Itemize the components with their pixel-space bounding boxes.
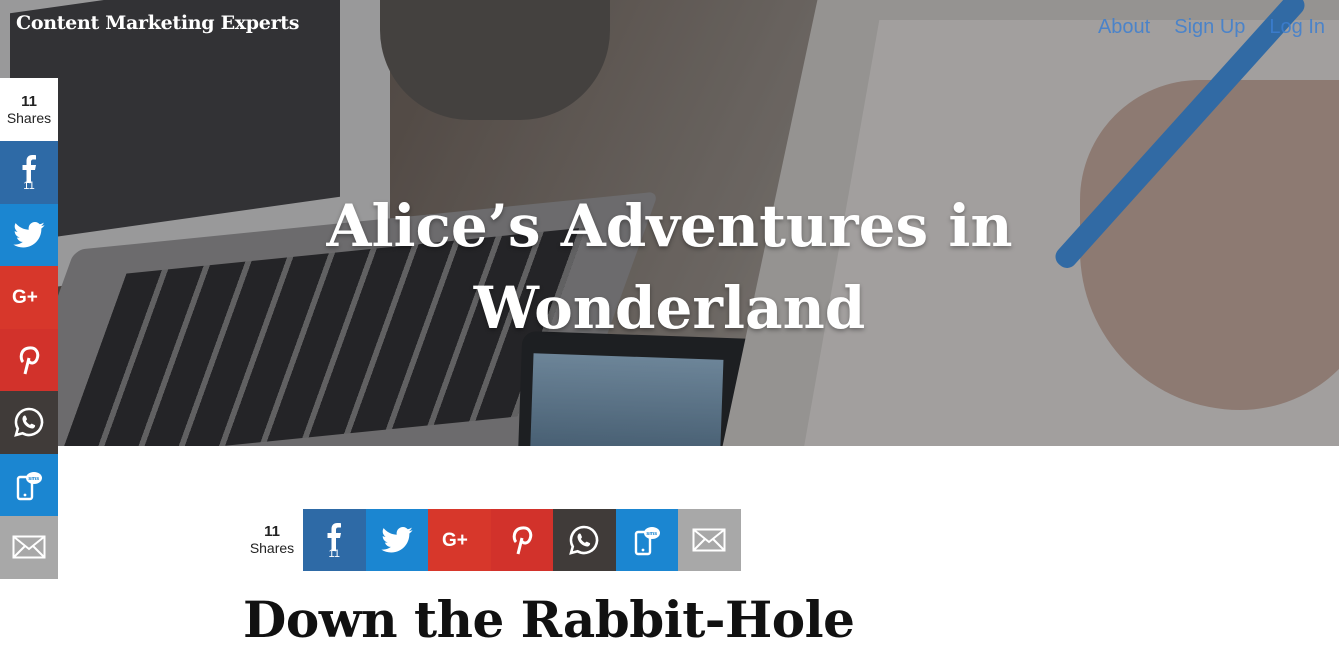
top-nav: About Sign Up Log In: [1098, 16, 1325, 39]
svg-text:G+: G+: [12, 287, 38, 308]
pinterest-share-button[interactable]: [0, 328, 58, 391]
inline-share-count-box: 11 Shares: [241, 509, 303, 571]
google-plus-share-button[interactable]: G+: [0, 266, 58, 329]
google-plus-icon: G+: [442, 530, 468, 551]
hero-title: Alice’s Adventures in Wonderland: [0, 185, 1339, 349]
whatsapp-icon: [14, 407, 44, 438]
inline-pinterest-share-button[interactable]: [490, 509, 553, 571]
facebook-icon: [327, 522, 342, 551]
facebook-share-count: 11: [23, 179, 35, 192]
nav-signup-link[interactable]: Sign Up: [1174, 16, 1245, 39]
hero-title-line-2: Wonderland: [473, 274, 866, 342]
sms-share-button[interactable]: sms: [0, 453, 58, 516]
inline-twitter-share-button[interactable]: [365, 509, 428, 571]
email-icon: [12, 535, 46, 559]
hero-banner: Content Marketing Experts About Sign Up …: [0, 0, 1339, 446]
inline-sms-share-button[interactable]: sms: [615, 509, 678, 571]
hero-title-line-1: Alice’s Adventures in: [326, 192, 1013, 260]
pinterest-icon: [512, 526, 532, 555]
inline-whatsapp-share-button[interactable]: [553, 509, 616, 571]
inline-share-count-label: Shares: [249, 540, 295, 556]
sms-icon: sms: [16, 471, 42, 500]
svg-text:sms: sms: [646, 531, 657, 537]
twitter-icon: [13, 221, 45, 248]
svg-text:G+: G+: [442, 530, 468, 551]
inline-facebook-share-button[interactable]: 11: [303, 509, 366, 571]
nav-about-link[interactable]: About: [1098, 16, 1150, 39]
nav-login-link[interactable]: Log In: [1269, 16, 1325, 39]
twitter-icon: [381, 527, 413, 553]
site-brand[interactable]: Content Marketing Experts: [16, 12, 299, 34]
floating-share-bar: 11 Shares 11 G+ sms: [0, 78, 58, 579]
email-share-button[interactable]: [0, 516, 58, 579]
sms-icon: sms: [634, 527, 660, 556]
share-count-box: 11 Shares: [0, 78, 58, 141]
whatsapp-icon: [569, 525, 599, 555]
twitter-share-button[interactable]: [0, 203, 58, 266]
inline-google-plus-share-button[interactable]: G+: [428, 509, 491, 571]
pinterest-icon: [19, 346, 40, 375]
inline-facebook-share-count: 11: [328, 547, 340, 560]
google-plus-icon: G+: [12, 287, 38, 308]
inline-share-bar: 11 Shares 11 G+ sms: [241, 509, 741, 571]
svg-text:sms: sms: [28, 476, 39, 482]
share-count-label: Shares: [6, 109, 52, 126]
inline-share-count: 11: [264, 523, 280, 540]
facebook-share-button[interactable]: 11: [0, 141, 58, 204]
email-icon: [692, 528, 726, 552]
article-heading: Down the Rabbit-Hole: [243, 590, 855, 649]
whatsapp-share-button[interactable]: [0, 391, 58, 454]
share-count: 11: [21, 92, 37, 110]
facebook-icon: [22, 154, 36, 183]
inline-email-share-button[interactable]: [678, 509, 741, 571]
